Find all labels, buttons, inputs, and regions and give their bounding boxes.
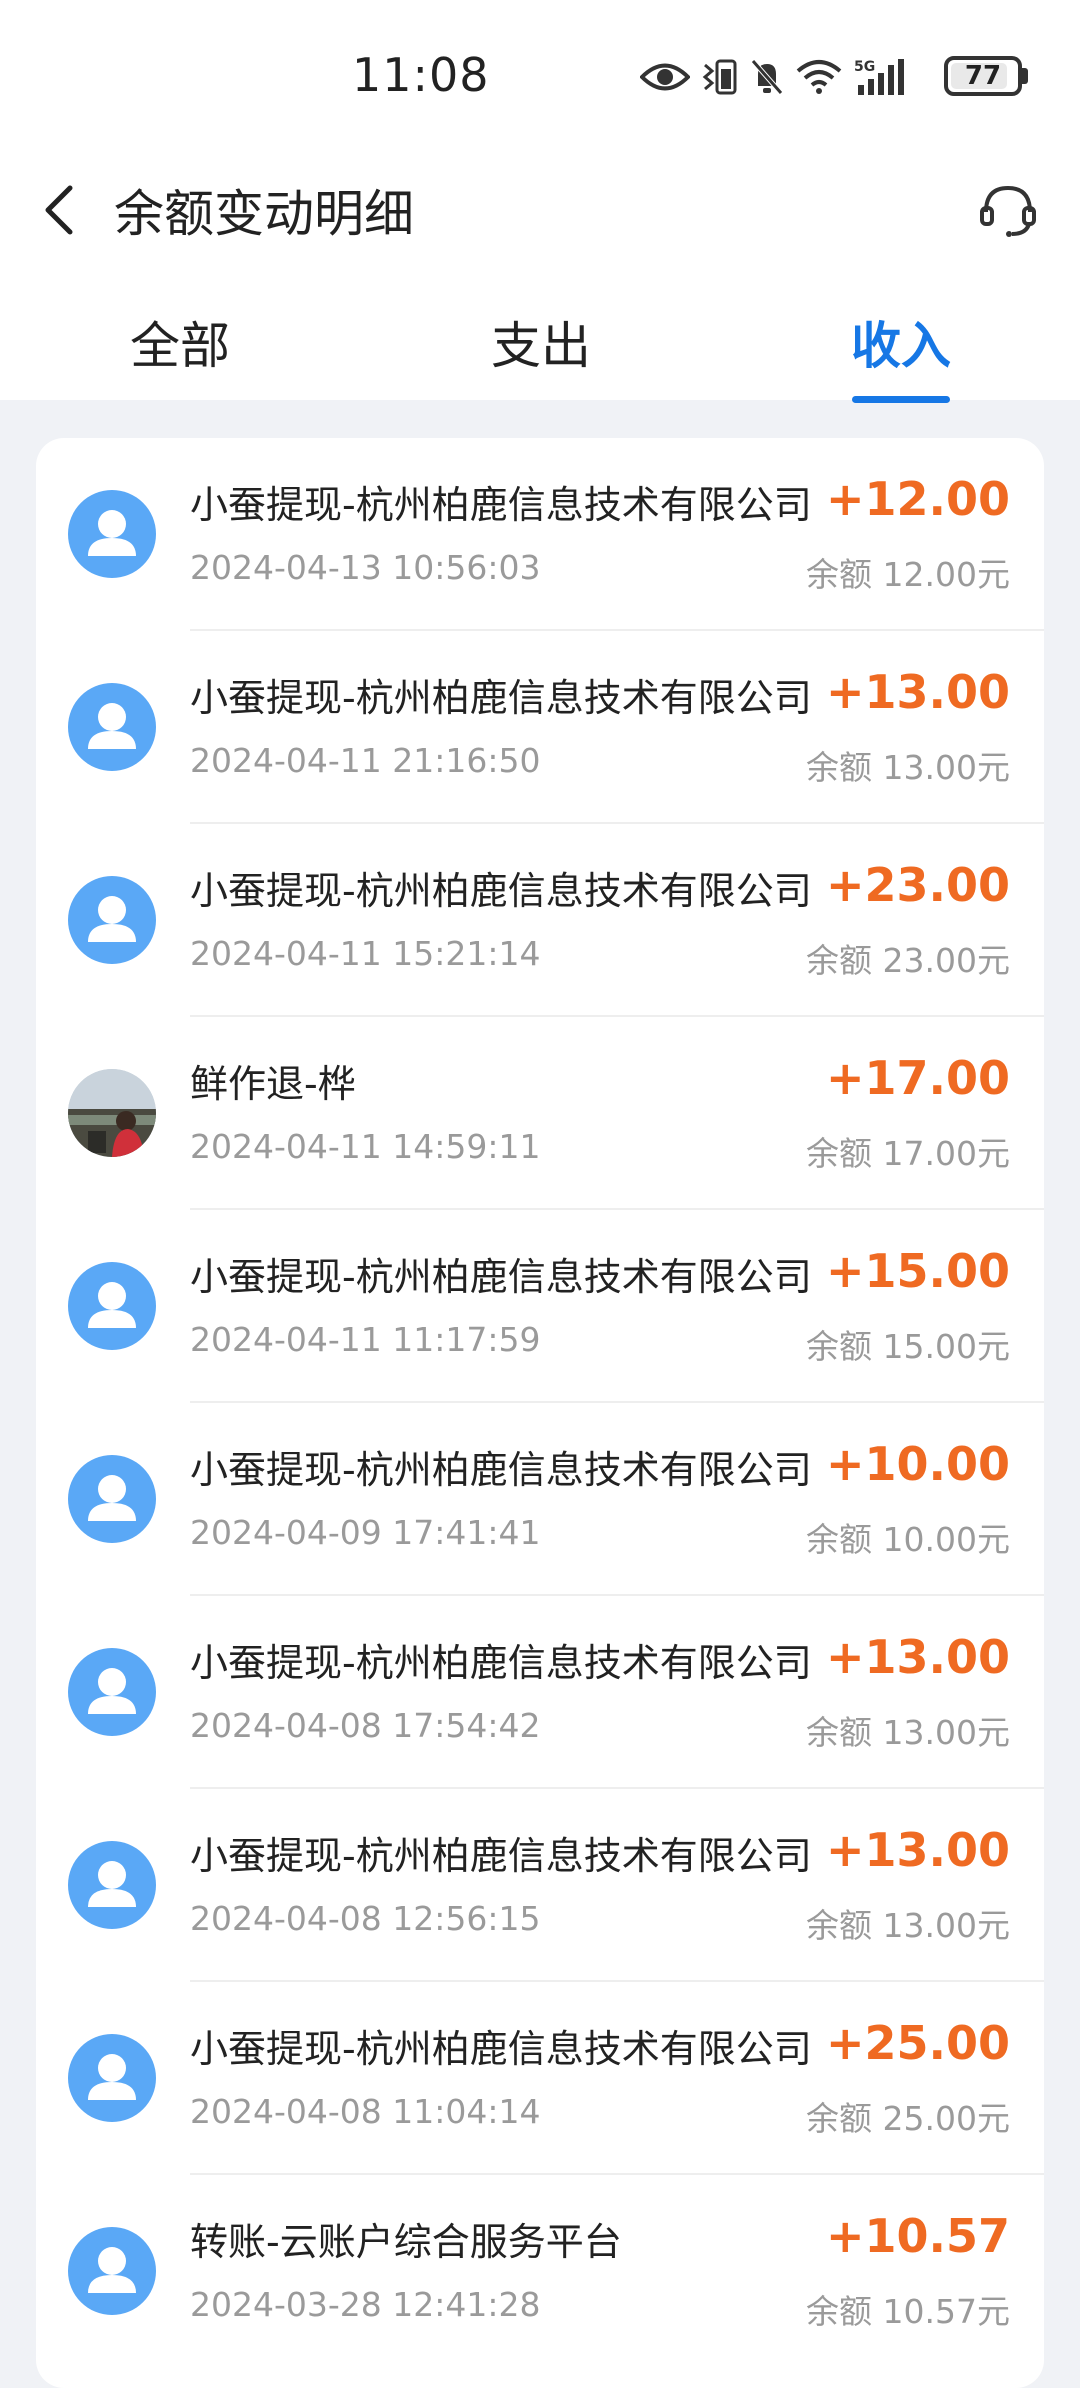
transaction-title: 小蚕提现-杭州柏鹿信息技术有限公司: [190, 2027, 812, 2071]
transaction-row[interactable]: 鲜作退-桦 2024-04-11 14:59:11 +17.00 余额 17.00元: [36, 1017, 1044, 1210]
transaction-title: 小蚕提现-杭州柏鹿信息技术有限公司: [190, 1641, 812, 1685]
transaction-row[interactable]: 小蚕提现-杭州柏鹿信息技术有限公司 2024-04-11 15:21:14 +23.…: [36, 824, 1044, 1017]
transaction-balance: 余额 15.00元: [806, 1327, 1010, 1366]
transaction-amount: +13.00: [825, 1630, 1010, 1684]
transaction-row[interactable]: 小蚕提现-杭州柏鹿信息技术有限公司 2024-04-11 21:16:50 +13.…: [36, 631, 1044, 824]
transaction-date: 2024-04-08 11:04:14: [190, 2092, 541, 2131]
transaction-title: 转账-云账户综合服务平台: [190, 2220, 622, 2264]
transaction-amount: +10.57: [825, 2209, 1010, 2263]
transaction-balance: 余额 13.00元: [806, 1906, 1010, 1945]
default-user-avatar-icon: [68, 1262, 156, 1350]
transaction-title: 小蚕提现-杭州柏鹿信息技术有限公司: [190, 869, 812, 913]
transaction-date: 2024-04-08 12:56:15: [190, 1899, 541, 1938]
default-user-avatar-icon: [68, 490, 156, 578]
default-user-avatar-icon: [68, 1841, 156, 1929]
default-user-avatar-icon: [68, 2034, 156, 2122]
default-user-avatar-icon: [68, 683, 156, 771]
transaction-balance: 余额 23.00元: [806, 941, 1010, 980]
tab-all[interactable]: 全部: [90, 306, 270, 378]
transaction-row[interactable]: 小蚕提现-杭州柏鹿信息技术有限公司 2024-04-11 11:17:59 +15.…: [36, 1210, 1044, 1403]
transaction-amount: +25.00: [825, 2016, 1010, 2070]
customer-service-icon[interactable]: [976, 178, 1040, 242]
battery-cap: [1022, 68, 1028, 84]
transaction-title: 小蚕提现-杭州柏鹿信息技术有限公司: [190, 676, 812, 720]
transaction-balance: 余额 13.00元: [806, 748, 1010, 787]
transaction-row[interactable]: 小蚕提现-杭州柏鹿信息技术有限公司 2024-04-08 12:56:15 +13.…: [36, 1789, 1044, 1982]
transaction-title: 小蚕提现-杭州柏鹿信息技术有限公司: [190, 1448, 812, 1492]
default-user-avatar-icon: [68, 1648, 156, 1736]
transaction-title: 小蚕提现-杭州柏鹿信息技术有限公司: [190, 1834, 812, 1878]
transaction-balance: 余额 12.00元: [806, 555, 1010, 594]
chevron-left-icon[interactable]: [34, 180, 94, 240]
transaction-title: 小蚕提现-杭州柏鹿信息技术有限公司: [190, 483, 812, 527]
transaction-date: 2024-04-11 14:59:11: [190, 1127, 541, 1166]
transaction-date: 2024-04-11 15:21:14: [190, 934, 541, 973]
tab-income[interactable]: 收入: [811, 306, 991, 378]
transaction-amount: +13.00: [825, 1823, 1010, 1877]
transaction-title: 小蚕提现-杭州柏鹿信息技术有限公司: [190, 1255, 812, 1299]
transaction-balance: 余额 17.00元: [806, 1134, 1010, 1173]
transaction-title: 鲜作退-桦: [190, 1062, 356, 1106]
wifi-icon: [796, 59, 842, 95]
tab-bar: 全部 支出 收入: [0, 290, 1080, 403]
page-title: 余额变动明细: [114, 185, 414, 243]
transaction-date: 2024-04-09 17:41:41: [190, 1513, 541, 1552]
transaction-row[interactable]: 小蚕提现-杭州柏鹿信息技术有限公司 2024-04-09 17:41:41 +10.…: [36, 1403, 1044, 1596]
transaction-list: 小蚕提现-杭州柏鹿信息技术有限公司 2024-04-13 10:56:03 +12.…: [36, 438, 1044, 2388]
status-bar: 11:08 5G 77: [0, 0, 1080, 150]
user-photo-avatar: [68, 1069, 156, 1157]
battery-icon: 77: [944, 56, 1022, 96]
active-tab-indicator: [852, 396, 950, 403]
transaction-date: 2024-04-08 17:54:42: [190, 1706, 541, 1745]
app-header: 余额变动明细: [0, 150, 1080, 270]
transaction-date: 2024-04-11 21:16:50: [190, 741, 541, 780]
transaction-row[interactable]: 小蚕提现-杭州柏鹿信息技术有限公司 2024-04-08 17:54:42 +13.…: [36, 1596, 1044, 1789]
transaction-balance: 余额 10.00元: [806, 1520, 1010, 1559]
svg-text:5G: 5G: [854, 59, 875, 75]
status-icons: 5G: [640, 52, 910, 102]
eye-icon: [640, 60, 690, 94]
transaction-amount: +23.00: [825, 858, 1010, 912]
default-user-avatar-icon: [68, 1455, 156, 1543]
transaction-row[interactable]: 转账-云账户综合服务平台 2024-03-28 12:41:28 +10.57 余额 …: [36, 2175, 1044, 2368]
transaction-amount: +17.00: [825, 1051, 1010, 1105]
5g-signal-icon: 5G: [854, 57, 910, 97]
transaction-balance: 余额 10.57元: [806, 2292, 1010, 2331]
transaction-date: 2024-04-13 10:56:03: [190, 548, 541, 587]
transaction-row[interactable]: 小蚕提现-杭州柏鹿信息技术有限公司 2024-04-08 11:04:14 +25.…: [36, 1982, 1044, 2175]
transaction-amount: +15.00: [825, 1244, 1010, 1298]
tab-expense[interactable]: 支出: [451, 306, 631, 378]
transaction-amount: +12.00: [825, 472, 1010, 526]
transaction-date: 2024-04-11 11:17:59: [190, 1320, 541, 1359]
top-bar: 11:08 5G 77 余额变动明细 全部 支出 收入: [0, 0, 1080, 403]
mute-bell-icon: [750, 58, 784, 96]
transaction-amount: +13.00: [825, 665, 1010, 719]
vibrate-battery-icon: [702, 57, 738, 97]
transaction-balance: 余额 25.00元: [806, 2099, 1010, 2138]
default-user-avatar-icon: [68, 2227, 156, 2315]
transaction-amount: +10.00: [825, 1437, 1010, 1491]
status-time: 11:08: [352, 48, 490, 102]
battery-level: 77: [964, 61, 1002, 91]
transaction-row[interactable]: 小蚕提现-杭州柏鹿信息技术有限公司 2024-04-13 10:56:03 +12.…: [36, 438, 1044, 631]
default-user-avatar-icon: [68, 876, 156, 964]
transaction-balance: 余额 13.00元: [806, 1713, 1010, 1752]
transaction-date: 2024-03-28 12:41:28: [190, 2285, 541, 2324]
